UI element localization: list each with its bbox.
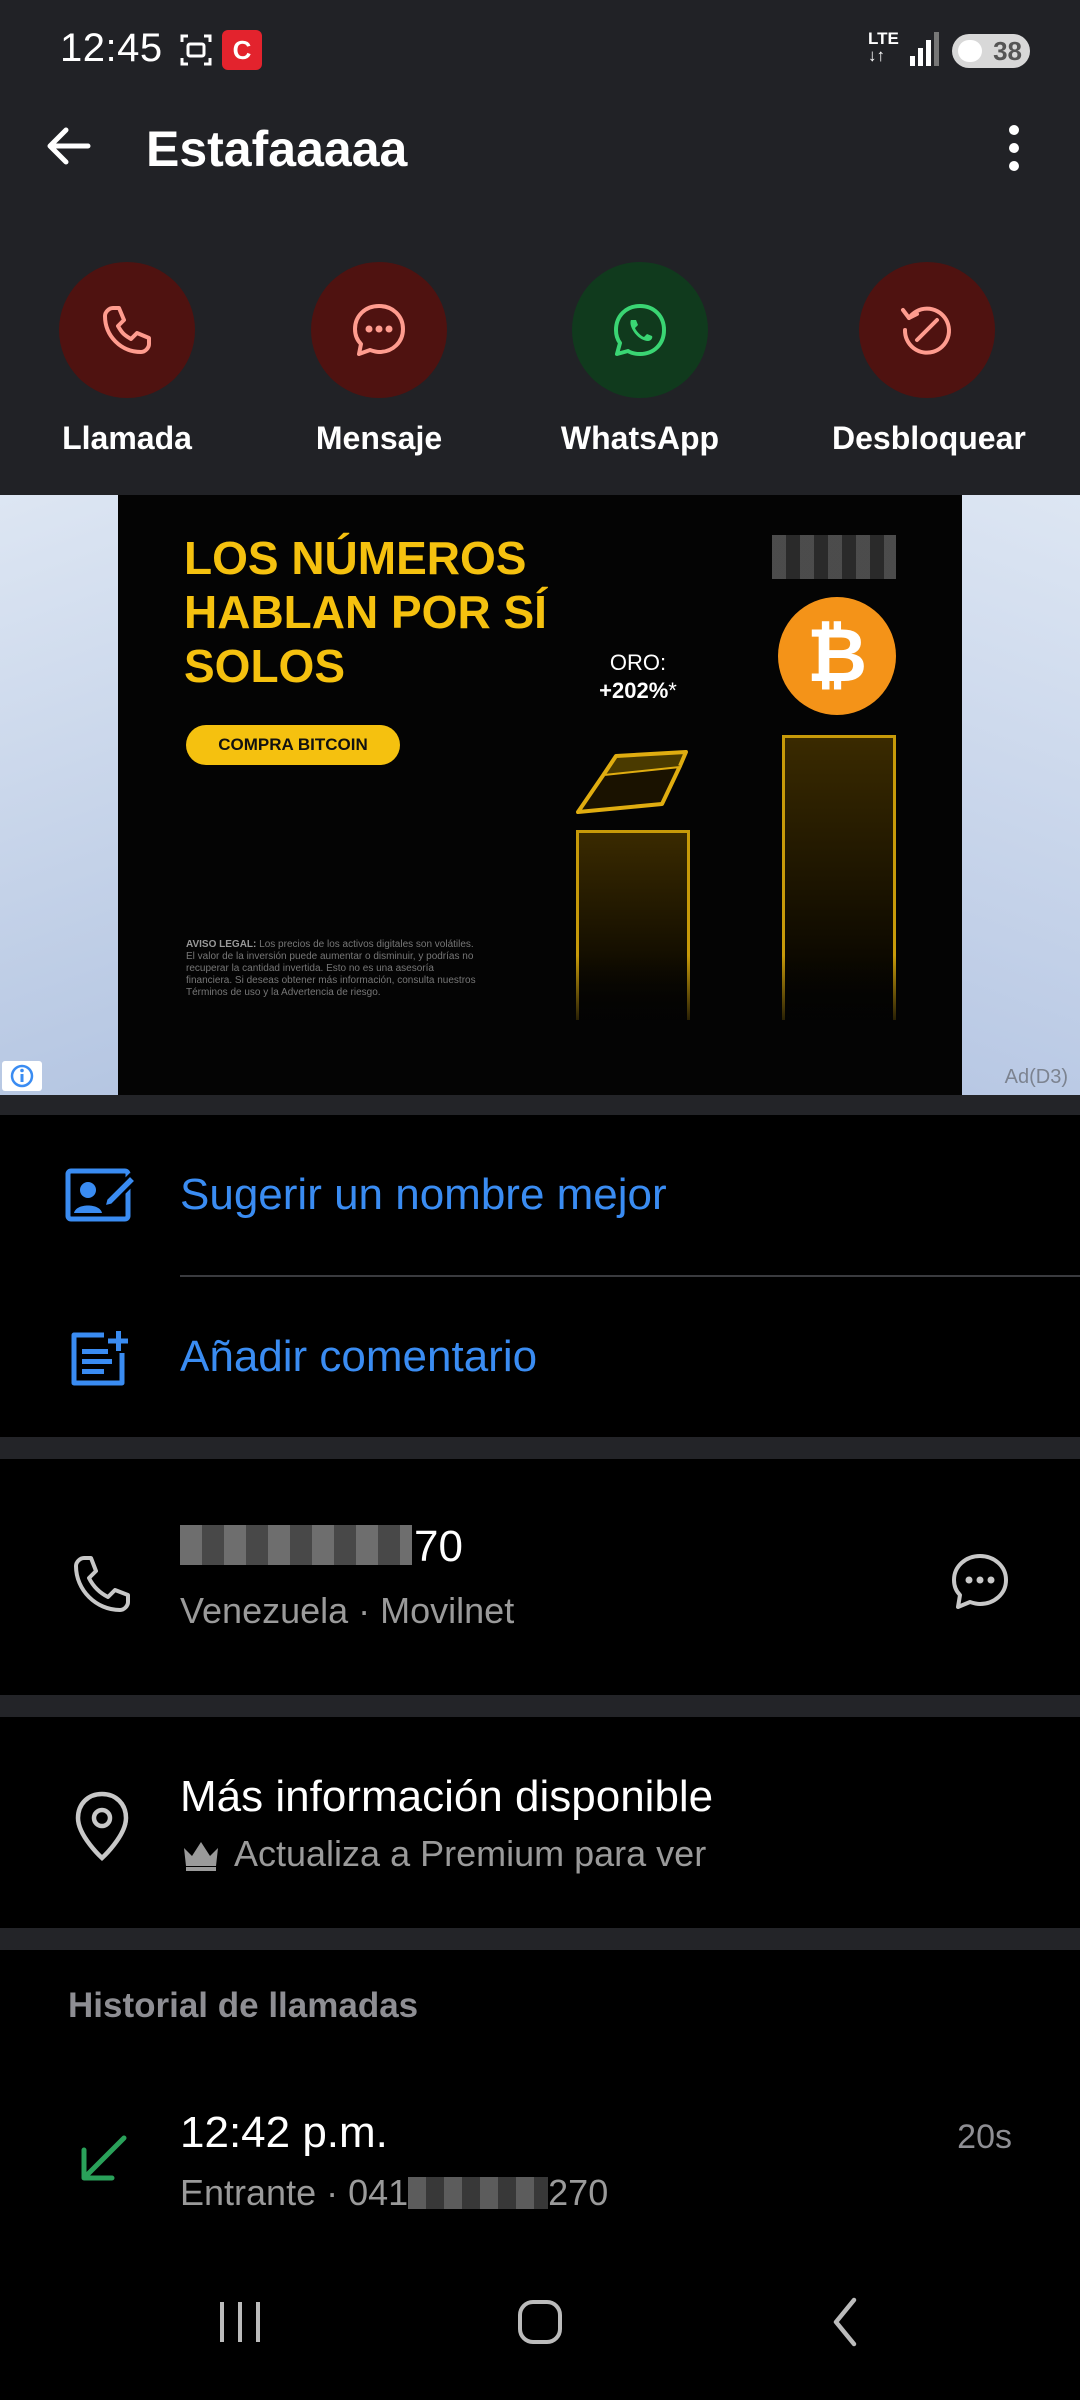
section-divider bbox=[0, 1437, 1080, 1459]
contact-title: Estafaaaaa bbox=[146, 121, 408, 177]
recent-apps-icon[interactable] bbox=[200, 2290, 280, 2354]
status-time: 12:45 bbox=[60, 26, 163, 70]
add-comment-row[interactable]: Añadir comentario bbox=[0, 1277, 1080, 1437]
section-divider bbox=[0, 1095, 1080, 1115]
phone-icon[interactable] bbox=[59, 262, 195, 398]
section-divider bbox=[0, 1695, 1080, 1717]
ad-info-icon[interactable] bbox=[2, 1061, 42, 1091]
section-divider bbox=[0, 1928, 1080, 1950]
screenshot-icon bbox=[180, 34, 212, 66]
battery-level: 38 bbox=[993, 36, 1022, 66]
ad-legal-text: AVISO LEGAL: Los precios de los activos … bbox=[186, 939, 476, 998]
more-vertical-icon[interactable] bbox=[994, 118, 1034, 178]
header-area: 12:45 C LTE ↓↑ 38 Estafaaaaa Llamada Men… bbox=[0, 0, 1080, 495]
network-type: LTE ↓↑ bbox=[868, 29, 899, 65]
phone-number: 70 bbox=[180, 1522, 463, 1572]
gold-bar-icon bbox=[576, 750, 688, 814]
incoming-call-icon bbox=[81, 2135, 127, 2181]
edit-contact-icon bbox=[65, 1168, 136, 1222]
chat-icon[interactable] bbox=[948, 1550, 1012, 1614]
ad-side-left bbox=[0, 495, 118, 1095]
premium-upsell[interactable]: Actualiza a Premium para ver bbox=[180, 1833, 706, 1875]
system-nav-bar bbox=[0, 2244, 1080, 2400]
ad-headline: LOS NÚMEROS HABLAN POR SÍ SOLOS bbox=[184, 532, 547, 692]
chat-icon[interactable] bbox=[311, 262, 447, 398]
ad-bar-fade bbox=[558, 955, 918, 1035]
app-notification-icon: C bbox=[222, 30, 262, 70]
call-detail: Entrante · 041 270 bbox=[180, 2172, 609, 2213]
whatsapp-action-button[interactable]: WhatsApp bbox=[545, 262, 735, 457]
arrow-left-icon[interactable] bbox=[40, 118, 96, 174]
unblock-action-label: Desbloquear bbox=[832, 420, 1026, 456]
masked-digits bbox=[408, 2177, 549, 2209]
battery-icon: 38 bbox=[952, 34, 1030, 68]
bitcoin-icon: ₿ bbox=[778, 597, 896, 715]
message-action-label: Mensaje bbox=[315, 420, 443, 456]
ad-gold-stat: ORO: +202%* bbox=[599, 650, 677, 703]
add-comment-label: Añadir comentario bbox=[180, 1332, 538, 1381]
call-action-label: Llamada bbox=[62, 420, 192, 456]
whatsapp-action-label: WhatsApp bbox=[560, 420, 720, 456]
whatsapp-icon[interactable] bbox=[572, 262, 708, 398]
battery-saver-icon bbox=[958, 40, 982, 62]
phone-icon bbox=[74, 1556, 130, 1612]
ad-banner[interactable]: LOS NÚMEROS HABLAN POR SÍ SOLOS COMPRA B… bbox=[0, 495, 1080, 1095]
ad-brand-logo-blurred bbox=[772, 535, 896, 579]
ad-cta-button[interactable]: COMPRA BITCOIN bbox=[186, 725, 400, 765]
call-duration: 20s bbox=[957, 2118, 1012, 2156]
crown-icon bbox=[184, 1842, 218, 1871]
status-bar: 12:45 C LTE ↓↑ 38 bbox=[0, 0, 1080, 100]
home-icon[interactable] bbox=[500, 2290, 580, 2354]
suggest-name-row[interactable]: Sugerir un nombre mejor bbox=[0, 1115, 1080, 1275]
ad-side-right bbox=[962, 495, 1080, 1095]
unblock-icon[interactable] bbox=[859, 262, 995, 398]
unblock-action-button[interactable]: Desbloquear bbox=[832, 262, 1026, 457]
ad-creative[interactable]: LOS NÚMEROS HABLAN POR SÍ SOLOS COMPRA B… bbox=[118, 495, 962, 1095]
location-pin-icon bbox=[75, 1791, 129, 1862]
signal-icon bbox=[910, 32, 939, 66]
masked-digits bbox=[180, 1525, 412, 1565]
call-action-button[interactable]: Llamada bbox=[32, 262, 222, 457]
nav-back-icon[interactable] bbox=[806, 2290, 886, 2354]
phone-carrier: Venezuela · Movilnet bbox=[180, 1590, 515, 1631]
add-note-icon bbox=[71, 1331, 128, 1386]
suggest-name-label: Sugerir un nombre mejor bbox=[180, 1170, 667, 1219]
call-history-title: Historial de llamadas bbox=[68, 1986, 419, 2025]
more-info-title: Más información disponible bbox=[180, 1772, 714, 1821]
message-action-button[interactable]: Mensaje bbox=[284, 262, 474, 457]
ad-label: Ad(D3) bbox=[1004, 1066, 1068, 1088]
call-time: 12:42 p.m. bbox=[180, 2108, 388, 2157]
